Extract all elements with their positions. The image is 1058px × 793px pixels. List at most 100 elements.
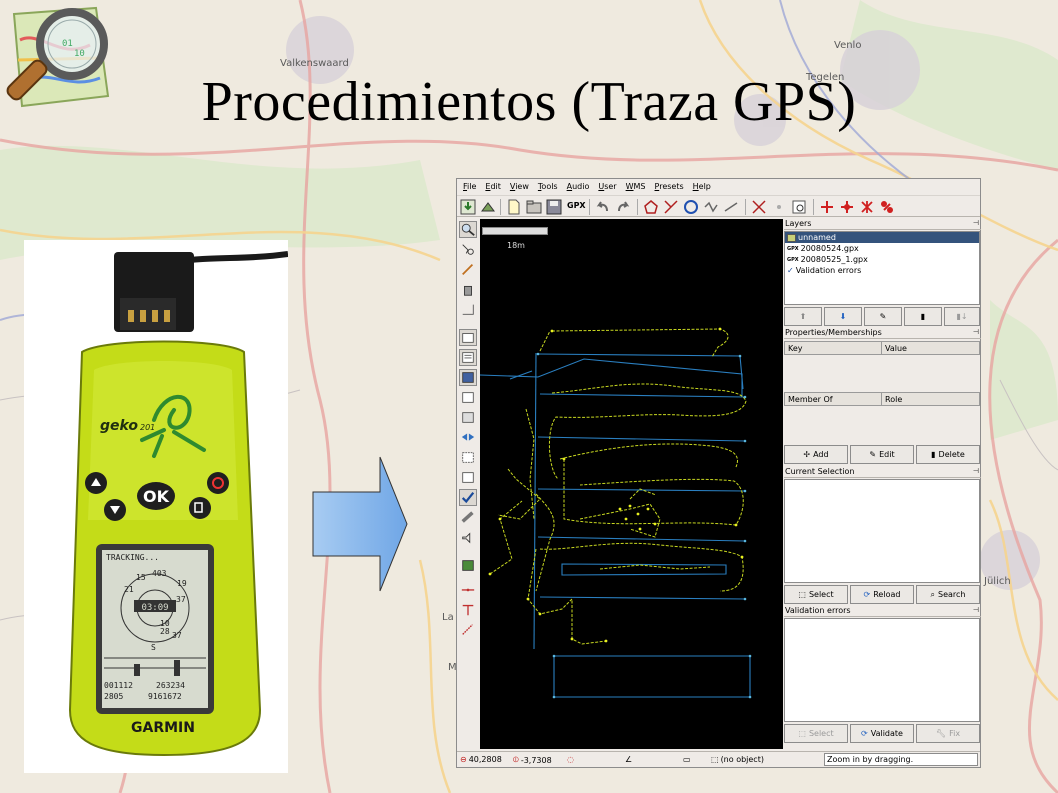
export-gpx-button[interactable]: GPX [567, 199, 586, 215]
conflict-icon[interactable] [459, 409, 477, 426]
split-way-icon[interactable] [663, 199, 679, 215]
delete-tag-button[interactable]: ▮ Delete [916, 445, 980, 464]
select-icon: ⬚ [798, 590, 806, 599]
select-button[interactable]: ⬚ Select [784, 585, 848, 604]
new-file-icon[interactable] [506, 199, 522, 215]
open-file-icon[interactable] [526, 199, 542, 215]
distance-readout: ▭ [683, 755, 691, 764]
move-left-icon[interactable] [859, 199, 875, 215]
properties-panel-title: Properties/Memberships ⊣ [784, 328, 981, 339]
edit-tag-button[interactable]: ✎ Edit [850, 445, 914, 464]
move-up-icon[interactable] [819, 199, 835, 215]
device-ring-number: 37 [172, 631, 182, 640]
map-view[interactable]: 18m [480, 219, 783, 749]
relation-list-icon[interactable] [459, 449, 477, 466]
layer-item-gpx-1[interactable]: GPX 20080524.gpx [785, 243, 979, 254]
undo-icon[interactable] [595, 199, 611, 215]
key-column-header[interactable]: Key [784, 341, 882, 355]
validation-list[interactable] [784, 618, 980, 722]
tool-b-icon[interactable] [459, 601, 477, 618]
select-mode-icon[interactable] [459, 241, 477, 258]
menu-presets[interactable]: Presets [655, 182, 684, 195]
menu-user[interactable]: User [598, 182, 616, 195]
selection-panel-title: Current Selection ⊣ [784, 467, 981, 478]
menu-audio[interactable]: Audio [567, 182, 590, 195]
menu-file[interactable]: File [463, 182, 476, 195]
device-model-label: geko [100, 418, 138, 434]
reload-button[interactable]: ⟳ Reload [850, 585, 914, 604]
toggle-visibility-button[interactable]: ✎ [864, 307, 902, 326]
menu-help[interactable]: Help [693, 182, 711, 195]
layer-item-gpx-2[interactable]: GPX 20080525_1.gpx [785, 254, 979, 265]
validator-icon[interactable] [459, 489, 477, 506]
pin-icon[interactable]: ⊣ [973, 467, 979, 475]
fix-button[interactable]: 🔧︎ Fix [916, 724, 980, 743]
eye-slash-icon: ✎ [879, 312, 887, 321]
delete-layer-button[interactable]: ▮ [904, 307, 942, 326]
align-circle-icon[interactable] [703, 199, 719, 215]
align-line-icon[interactable] [723, 199, 739, 215]
merge-layer-button[interactable]: ▮↓ [944, 307, 980, 326]
menu-view[interactable]: View [510, 182, 529, 195]
member-of-column-header[interactable]: Member Of [784, 392, 882, 406]
menu-tools[interactable]: Tools [538, 182, 558, 195]
save-icon[interactable] [546, 199, 562, 215]
device-ring-number: 21 [124, 585, 134, 594]
main-toolbar: GPX [457, 195, 980, 217]
menu-edit[interactable]: Edit [485, 182, 501, 195]
wms-icon[interactable] [459, 557, 477, 574]
history-icon[interactable] [459, 429, 477, 446]
extrude-mode-icon[interactable] [459, 301, 477, 318]
layer-list-icon[interactable] [459, 329, 477, 346]
move-down-icon[interactable] [839, 199, 855, 215]
reverse-way-icon[interactable] [683, 199, 699, 215]
draw-mode-icon[interactable] [459, 261, 477, 278]
move-layer-up-button[interactable]: ⬆ [784, 307, 822, 326]
role-column-header[interactable]: Role [881, 392, 980, 406]
help-text: Zoom in by dragging. [824, 753, 978, 766]
selection-list[interactable] [784, 479, 980, 583]
tool-c-icon[interactable] [459, 621, 477, 638]
arrow-down-icon: ⬇ [839, 312, 847, 321]
zoom-selection-icon[interactable] [791, 199, 807, 215]
move-right-icon[interactable] [879, 199, 895, 215]
search-button[interactable]: ⌕ Search [916, 585, 980, 604]
layer-item-unnamed[interactable]: unnamed [785, 232, 979, 243]
download-icon[interactable] [460, 199, 476, 215]
add-tag-button[interactable]: ✢ Add [784, 445, 848, 464]
zoom-mode-icon[interactable] [459, 221, 477, 238]
merge-nodes-icon[interactable] [771, 199, 787, 215]
validate-button[interactable]: ⟳ Validate [850, 724, 914, 743]
pin-icon[interactable]: ⊣ [973, 219, 979, 227]
value-column-header[interactable]: Value [881, 341, 980, 355]
pentagon-icon[interactable] [643, 199, 659, 215]
combine-way-icon[interactable] [751, 199, 767, 215]
upload-icon[interactable] [480, 199, 496, 215]
map-label-julich: Jülich [984, 576, 1011, 587]
delete-mode-icon[interactable] [459, 281, 477, 298]
menu-wms[interactable]: WMS [626, 182, 646, 195]
heading-icon: ◌ [567, 755, 574, 764]
filter-icon[interactable] [459, 469, 477, 486]
tool-a-icon[interactable] [459, 581, 477, 598]
properties-icon[interactable] [459, 349, 477, 366]
layer-item-validation[interactable]: ✓ Validation errors [785, 265, 979, 276]
audio-mode-icon[interactable] [459, 529, 477, 546]
osm-layer-icon [787, 233, 796, 242]
scale-bar [482, 227, 548, 235]
map-label-la: La [442, 612, 454, 623]
status-bar: ⊖ 40,2808 ⦶ -3,7308 ◌ ∠ ▭ ⬚ (no object) Zoo… [457, 751, 980, 767]
gpx-layer-icon: GPX [787, 256, 799, 263]
pin-icon[interactable]: ⊣ [973, 606, 979, 614]
device-ring-number: 403 [152, 569, 167, 578]
redo-icon[interactable] [615, 199, 631, 215]
pin-icon[interactable]: ⊣ [973, 328, 979, 336]
selection-list-icon[interactable] [459, 369, 477, 386]
measurement-icon[interactable] [459, 509, 477, 526]
validation-select-button[interactable]: ⬚ Select [784, 724, 848, 743]
reload-icon: ⟳ [861, 729, 868, 738]
validation-panel-title: Validation errors ⊣ [784, 606, 981, 617]
move-layer-down-button[interactable]: ⬇ [824, 307, 862, 326]
layers-panel-title: Layers ⊣ [784, 219, 981, 230]
commands-icon[interactable] [459, 389, 477, 406]
